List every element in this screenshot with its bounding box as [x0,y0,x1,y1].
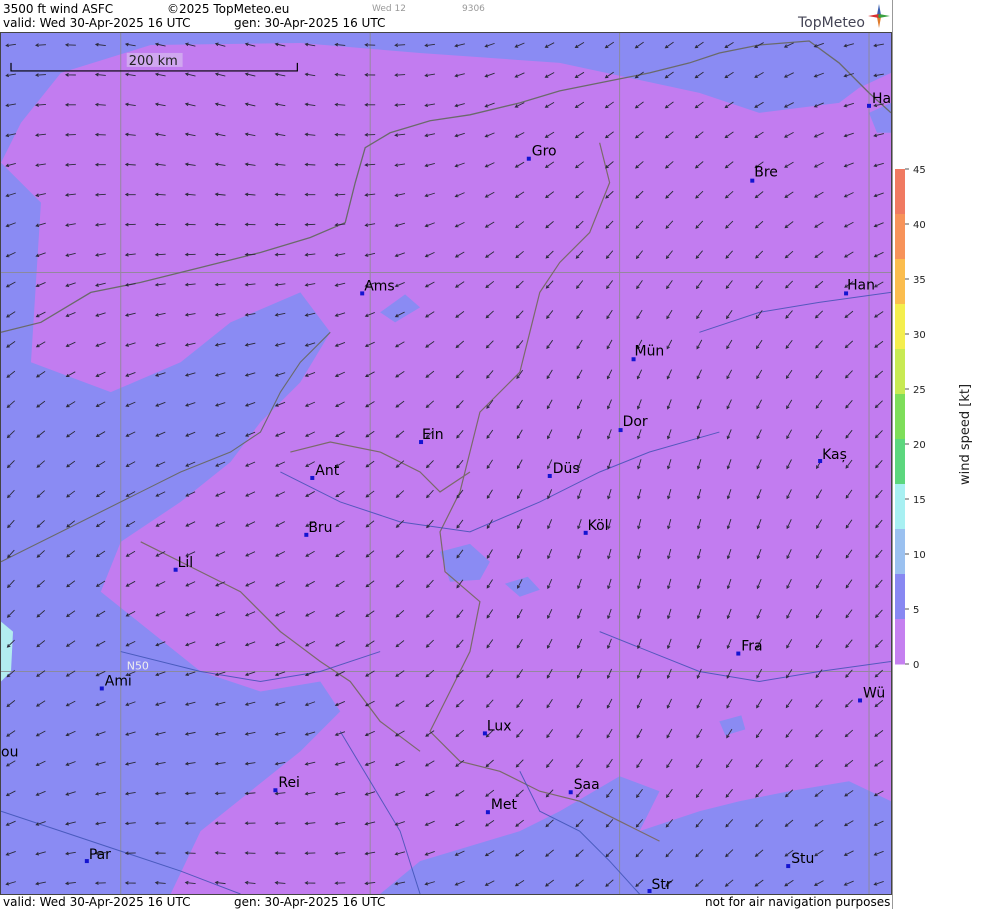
legend-tick-label: 45 [913,165,926,176]
city-label: Köl [588,518,609,534]
city-label: Rei [278,775,300,791]
city-label: Ams [364,278,394,294]
city-label: Par [89,847,111,863]
product-title: 3500 ft wind ASFC [3,2,114,16]
legend-tick-label: 10 [913,550,926,561]
compass-logo-icon [868,4,890,28]
legend-tick-label: 20 [913,440,926,451]
city-label: Wü [863,685,885,701]
legend-color-step [895,394,905,440]
city-label: Fra [741,639,762,655]
legend-color-step [895,439,905,485]
legend-tick-label: 25 [913,385,926,396]
city-label: Saa [574,777,600,793]
city-label: Met [491,797,518,813]
map-header: 3500 ft wind ASFC ©2025 TopMeteo.eu vali… [0,0,892,32]
legend-color-step [895,169,905,215]
city-label: Ha [872,91,891,107]
city-label: Stu [791,851,814,867]
brand-logo-text: TopMeteo [798,15,865,31]
city-label: Mün [635,343,665,359]
legend-tick-label: 0 [913,660,919,671]
generated-time: gen: 30-Apr-2025 16 UTC [234,16,386,30]
legend-tick-label: 40 [913,220,926,231]
wind-map: 200 km N50 Ha Gro Bre Ams Han Mün Ein Do… [0,32,892,895]
city-label: Lux [487,718,512,734]
faint-id-label: 9306 [462,4,485,14]
map-footer: valid: Wed 30-Apr-2025 16 UTC gen: 30-Ap… [0,895,892,909]
city-label: Str [652,877,672,893]
legend-panel: 45 40 35 30 25 20 15 10 5 0 wind speed [… [892,0,983,909]
legend-color-step [895,259,905,305]
city-label: Bru [308,520,332,536]
scale-label: 200 km [129,54,178,69]
city-label: Düs [553,461,580,477]
city-label: Ein [422,427,444,443]
city-label: Ant [315,463,339,479]
legend-color-step [895,619,905,665]
legend-title: wind speed [kt] [958,384,973,485]
latitude-label: N50 [127,660,149,673]
wind-speed-colorbar: 45 40 35 30 25 20 15 10 5 0 wind speed [… [895,165,973,671]
footer-valid-time: valid: Wed 30-Apr-2025 16 UTC [3,895,191,909]
disclaimer-text: not for air navigation purposes [705,895,891,909]
city-label: Gro [532,144,557,160]
copyright-text: ©2025 TopMeteo.eu [167,2,290,16]
city-label: Kaș [822,447,847,463]
legend-color-step [895,214,905,260]
city-label: Han [847,277,875,293]
legend-color-step [895,304,905,350]
valid-time: valid: Wed 30-Apr-2025 16 UTC [3,16,191,30]
footer-generated-time: gen: 30-Apr-2025 16 UTC [234,895,386,909]
legend-color-step [895,484,905,530]
legend-color-step [895,529,905,575]
legend-tick-label: 5 [913,605,919,616]
legend-color-step [895,349,905,395]
legend-color-step [895,574,905,620]
city-label: ou [1,744,18,760]
legend-tick-label: 35 [913,275,926,286]
city-label: Lil [178,555,194,571]
legend-tick-label: 15 [913,495,926,506]
faint-day-label: Wed 12 [372,4,406,14]
city-label: Bre [754,165,778,181]
city-label: Ami [105,673,132,689]
city-label: Dor [623,414,648,430]
legend-tick-label: 30 [913,330,926,341]
